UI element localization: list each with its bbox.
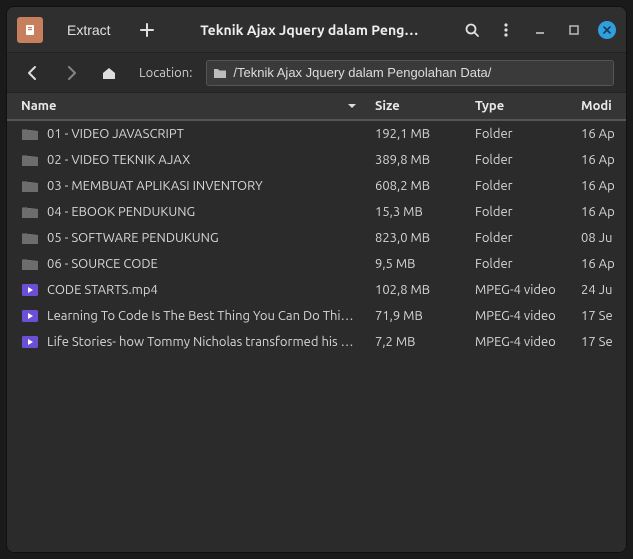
column-header-type[interactable]: Type xyxy=(467,93,573,119)
table-row[interactable]: 06 - SOURCE CODE 9,5 MBFolder16 Ap xyxy=(7,251,626,277)
add-files-button[interactable] xyxy=(131,14,163,46)
file-type: Folder xyxy=(467,231,573,245)
column-header-modified[interactable]: Modi xyxy=(573,93,626,119)
file-size: 389,8 MB xyxy=(367,153,467,167)
folder-icon xyxy=(21,205,39,219)
file-name: 04 - EBOOK PENDUKUNG xyxy=(47,205,195,219)
titlebar: Extract Teknik Ajax Jquery dalam Peng… xyxy=(7,7,626,53)
folder-icon xyxy=(21,179,39,193)
location-input[interactable] xyxy=(233,65,607,80)
file-type: MPEG-4 video xyxy=(467,309,573,323)
table-row[interactable]: 05 - SOFTWARE PENDUKUNG 823,0 MBFolder08 … xyxy=(7,225,626,251)
file-modified: 08 Ju xyxy=(573,231,626,245)
file-name: 03 - MEMBUAT APLIKASI INVENTORY xyxy=(47,179,263,193)
file-name: 05 - SOFTWARE PENDUKUNG xyxy=(47,231,219,245)
file-type: Folder xyxy=(467,153,573,167)
close-button[interactable] xyxy=(598,21,616,39)
file-type: Folder xyxy=(467,127,573,141)
file-modified: 24 Ju xyxy=(573,283,626,297)
column-header-name[interactable]: Name xyxy=(7,93,367,119)
file-size: 192,1 MB xyxy=(367,127,467,141)
file-size: 71,9 MB xyxy=(367,309,467,323)
file-type: Folder xyxy=(467,205,573,219)
folder-icon xyxy=(21,127,39,141)
file-modified: 17 Se xyxy=(573,309,626,323)
window-title: Teknik Ajax Jquery dalam Peng… xyxy=(171,22,448,38)
video-icon xyxy=(21,283,39,297)
table-row[interactable]: 03 - MEMBUAT APLIKASI INVENTORY 608,2 MBF… xyxy=(7,173,626,199)
file-size: 823,0 MB xyxy=(367,231,467,245)
file-name: Life Stories- how Tommy Nicholas transfo… xyxy=(47,335,359,349)
file-modified: 16 Ap xyxy=(573,153,626,167)
file-size: 7,2 MB xyxy=(367,335,467,349)
forward-button[interactable] xyxy=(57,59,85,87)
archive-manager-window: Extract Teknik Ajax Jquery dalam Peng… xyxy=(6,6,627,553)
file-type: Folder xyxy=(467,179,573,193)
folder-icon xyxy=(21,153,39,167)
back-button[interactable] xyxy=(19,59,47,87)
nav-toolbar: Location: xyxy=(7,53,626,93)
sort-desc-icon xyxy=(347,101,357,111)
app-icon xyxy=(17,17,43,43)
column-header-name-label: Name xyxy=(21,99,56,113)
file-name: 02 - VIDEO TEKNIK AJAX xyxy=(47,153,190,167)
table-row[interactable]: 04 - EBOOK PENDUKUNG 15,3 MBFolder16 Ap xyxy=(7,199,626,225)
titlebar-right xyxy=(456,14,616,46)
video-icon xyxy=(21,335,39,349)
folder-icon xyxy=(213,67,227,79)
file-size: 608,2 MB xyxy=(367,179,467,193)
file-list: 01 - VIDEO JAVASCRIPT192,1 MBFolder16 Ap… xyxy=(7,121,626,552)
file-name: 01 - VIDEO JAVASCRIPT xyxy=(47,127,184,141)
file-size: 9,5 MB xyxy=(367,257,467,271)
table-row[interactable]: 02 - VIDEO TEKNIK AJAX 389,8 MBFolder16 A… xyxy=(7,147,626,173)
folder-icon xyxy=(21,257,39,271)
file-modified: 16 Ap xyxy=(573,127,626,141)
folder-icon xyxy=(21,231,39,245)
file-size: 15,3 MB xyxy=(367,205,467,219)
file-size: 102,8 MB xyxy=(367,283,467,297)
location-field-wrap[interactable] xyxy=(206,60,614,86)
file-modified: 16 Ap xyxy=(573,205,626,219)
file-name: Learning To Code Is The Best Thing You C… xyxy=(47,309,359,323)
extract-button[interactable]: Extract xyxy=(55,14,123,46)
file-modified: 17 Se xyxy=(573,335,626,349)
file-modified: 16 Ap xyxy=(573,257,626,271)
table-row[interactable]: 01 - VIDEO JAVASCRIPT 192,1 MBFolder16 Ap xyxy=(7,121,626,147)
file-type: Folder xyxy=(467,257,573,271)
table-row[interactable]: Learning To Code Is The Best Thing You C… xyxy=(7,303,626,329)
menu-button[interactable] xyxy=(490,14,522,46)
column-header-size[interactable]: Size xyxy=(367,93,467,119)
file-modified: 16 Ap xyxy=(573,179,626,193)
location-label: Location: xyxy=(139,66,192,80)
maximize-button[interactable] xyxy=(558,14,590,46)
table-row[interactable]: CODE STARTS.mp4 102,8 MBMPEG-4 video24 Ju xyxy=(7,277,626,303)
table-row[interactable]: Life Stories- how Tommy Nicholas transfo… xyxy=(7,329,626,355)
table-header: Name Size Type Modi xyxy=(7,93,626,121)
search-button[interactable] xyxy=(456,14,488,46)
file-name: CODE STARTS.mp4 xyxy=(47,283,158,297)
file-type: MPEG-4 video xyxy=(467,335,573,349)
file-name: 06 - SOURCE CODE xyxy=(47,257,158,271)
home-button[interactable] xyxy=(95,59,123,87)
minimize-button[interactable] xyxy=(524,14,556,46)
file-type: MPEG-4 video xyxy=(467,283,573,297)
video-icon xyxy=(21,309,39,323)
